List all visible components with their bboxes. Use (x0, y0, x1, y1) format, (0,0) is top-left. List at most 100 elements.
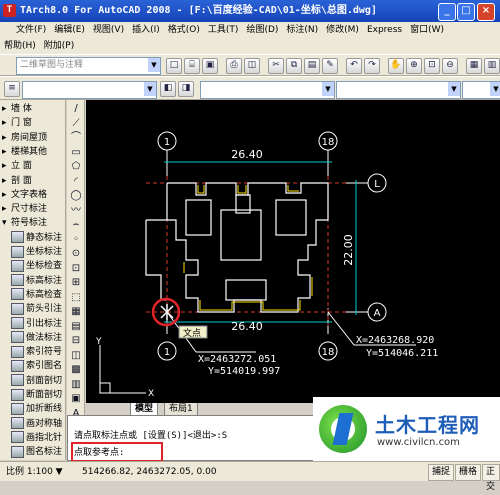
grid-toggle[interactable]: 栅格 (455, 464, 482, 481)
tarch-menu-item[interactable]: ▸ 文字表格 (2, 188, 64, 202)
chevron-down-icon[interactable]: ▼ (144, 82, 156, 96)
copy-icon[interactable]: ⧉ (286, 58, 302, 74)
pan-icon[interactable]: ✋ (388, 58, 404, 74)
menu-edit[interactable]: 编辑(E) (50, 22, 89, 38)
draw-tool-icon[interactable]: ◦ (69, 233, 83, 247)
tarch-menu-item[interactable]: 剖面剖切 (2, 374, 64, 388)
draw-tool-icon[interactable]: ▩ (69, 363, 83, 377)
draw-tool-icon[interactable]: ⌢ (69, 218, 83, 232)
menu-addon[interactable]: 附加(P) (40, 38, 78, 54)
color-combo[interactable]: ▼ (200, 81, 335, 99)
draw-tool-icon[interactable]: ▥ (69, 378, 83, 392)
open-icon[interactable]: ⌸ (184, 58, 200, 74)
draw-tool-icon[interactable]: ⊞ (69, 276, 83, 290)
new-icon[interactable]: □ (166, 58, 182, 74)
workspace-combo[interactable]: 二维草图与注释 ▼ (16, 57, 161, 75)
draw-tool-icon[interactable]: ▭ (69, 146, 83, 160)
draw-tool-icon[interactable]: ⌒ (69, 131, 83, 145)
tarch-menu-item[interactable]: ▸ 门 窗 (2, 116, 64, 130)
tarch-menu-item[interactable]: 图名标注 (2, 445, 64, 459)
tarch-menu-item[interactable]: 画对称轴 (2, 417, 64, 431)
draw-tool-icon[interactable]: ▦ (69, 305, 83, 319)
menu-dimension[interactable]: 标注(N) (282, 22, 322, 38)
layer-manager-icon[interactable]: ≡ (4, 81, 20, 97)
draw-tool-icon[interactable]: ◯ (69, 189, 83, 203)
draw-tool-icon[interactable]: ▤ (69, 320, 83, 334)
properties-icon[interactable]: ▦ (466, 58, 482, 74)
draw-tool-icon[interactable]: / (69, 102, 83, 116)
menu-file[interactable]: 文件(F) (0, 22, 50, 38)
tarch-menu-item[interactable]: ▸ 剖 面 (2, 174, 64, 188)
tarch-menu-item[interactable]: 断面剖切 (2, 388, 64, 402)
undo-icon[interactable]: ↶ (346, 58, 362, 74)
chevron-down-icon[interactable]: ▼ (148, 58, 160, 72)
print-icon[interactable]: ⎙ (226, 58, 242, 74)
tarch-menu-item[interactable]: 引出标注 (2, 317, 64, 331)
design-center-icon[interactable]: ▥ (484, 58, 500, 74)
tarch-menu-item[interactable]: 索引图名 (2, 359, 64, 373)
tarch-menu-item[interactable]: 箭头引注 (2, 302, 64, 316)
menu-format[interactable]: 格式(O) (164, 22, 204, 38)
zoom-icon[interactable]: ⊕ (406, 58, 422, 74)
chevron-down-icon[interactable]: ▼ (322, 82, 334, 96)
draw-tool-icon[interactable]: ▣ (69, 392, 83, 406)
lineweight-combo[interactable]: ▼ (462, 81, 500, 99)
tarch-menu-item[interactable]: ▾ 符号标注 (2, 216, 64, 230)
restore-button[interactable]: □ (457, 3, 475, 21)
linetype-combo[interactable]: ▼ (336, 81, 461, 99)
layer-state-icon[interactable]: ◨ (178, 81, 194, 97)
draw-tool-icon[interactable]: ◫ (69, 349, 83, 363)
match-icon[interactable]: ✎ (322, 58, 338, 74)
tarch-menu-item[interactable]: 加折断线 (2, 402, 64, 416)
draw-tool-icon[interactable]: 〰 (69, 204, 83, 218)
ortho-toggle[interactable]: 正交 (482, 464, 500, 492)
tarch-menu-item[interactable]: ▸ 尺寸标注 (2, 202, 64, 216)
draw-tool-icon[interactable]: ⊙ (69, 247, 83, 261)
tarch-menu-item[interactable]: 坐标检查 (2, 259, 64, 273)
tarch-menu-item[interactable]: 静态标注 (2, 231, 64, 245)
cut-icon[interactable]: ✂ (268, 58, 284, 74)
snap-toggle[interactable]: 捕捉 (428, 464, 455, 481)
tarch-menu-label: 箭头引注 (26, 304, 63, 315)
layer-prev-icon[interactable]: ◧ (160, 81, 176, 97)
draw-tool-icon[interactable]: ⬚ (69, 291, 83, 305)
draw-tool-icon[interactable]: ⬠ (69, 160, 83, 174)
menu-window[interactable]: 窗口(W) (406, 22, 448, 38)
tarch-menu-item[interactable]: ▸ 房间屋顶 (2, 131, 64, 145)
preview-icon[interactable]: ◫ (244, 58, 260, 74)
menu-help[interactable]: 帮助(H) (0, 38, 40, 54)
menu-view[interactable]: 视图(V) (89, 22, 128, 38)
menu-draw[interactable]: 绘图(D) (242, 22, 282, 38)
scale-selector[interactable]: 比例 1:100 ▼ (6, 465, 63, 479)
menu-modify[interactable]: 修改(M) (322, 22, 363, 38)
tarch-menu-item[interactable]: 索引符号 (2, 345, 64, 359)
chevron-down-icon[interactable]: ▼ (490, 82, 500, 96)
chevron-down-icon[interactable]: ▼ (448, 82, 460, 96)
tarch-menu-item[interactable]: 坐标标注 (2, 245, 64, 259)
draw-tool-icon[interactable]: ◜ (69, 175, 83, 189)
zoom-window-icon[interactable]: ⊡ (424, 58, 440, 74)
tarch-menu-item[interactable]: ▸ 楼梯其他 (2, 145, 64, 159)
menu-tools[interactable]: 工具(T) (204, 22, 243, 38)
redo-icon[interactable]: ↷ (364, 58, 380, 74)
tarch-menu-item[interactable]: 做法标注 (2, 331, 64, 345)
toolbar-layers: ≡ ▼ ◧ ◨ ▼ ▼ ▼ (0, 76, 500, 100)
cursor-coordinates: 514266.82, 2463272.05, 0.00 (82, 467, 217, 477)
tarch-menu-item[interactable]: ▸ 墙 体 (2, 102, 64, 116)
minimize-button[interactable]: _ (438, 3, 456, 21)
tarch-menu-item[interactable]: 标高标注 (2, 274, 64, 288)
draw-tool-icon[interactable]: ⊟ (69, 334, 83, 348)
menu-express[interactable]: Express (363, 22, 406, 38)
draw-tool-icon[interactable]: ⊡ (69, 262, 83, 276)
layer-combo[interactable]: ▼ (22, 81, 157, 99)
tarch-menu-item[interactable]: ▸ 立 面 (2, 159, 64, 173)
drawing-canvas[interactable]: 1 18 1 18 L A 26.40 26.40 22.00 X=246327… (86, 100, 500, 403)
menu-insert[interactable]: 插入(I) (128, 22, 164, 38)
save-icon[interactable]: ▣ (202, 58, 218, 74)
close-button[interactable]: × (477, 3, 495, 21)
paste-icon[interactable]: ▤ (304, 58, 320, 74)
tarch-menu-item[interactable]: 标高检查 (2, 288, 64, 302)
zoom-prev-icon[interactable]: ⊖ (442, 58, 458, 74)
tarch-menu-item[interactable]: 画指北针 (2, 431, 64, 445)
draw-tool-icon[interactable]: ⟋ (69, 117, 83, 131)
